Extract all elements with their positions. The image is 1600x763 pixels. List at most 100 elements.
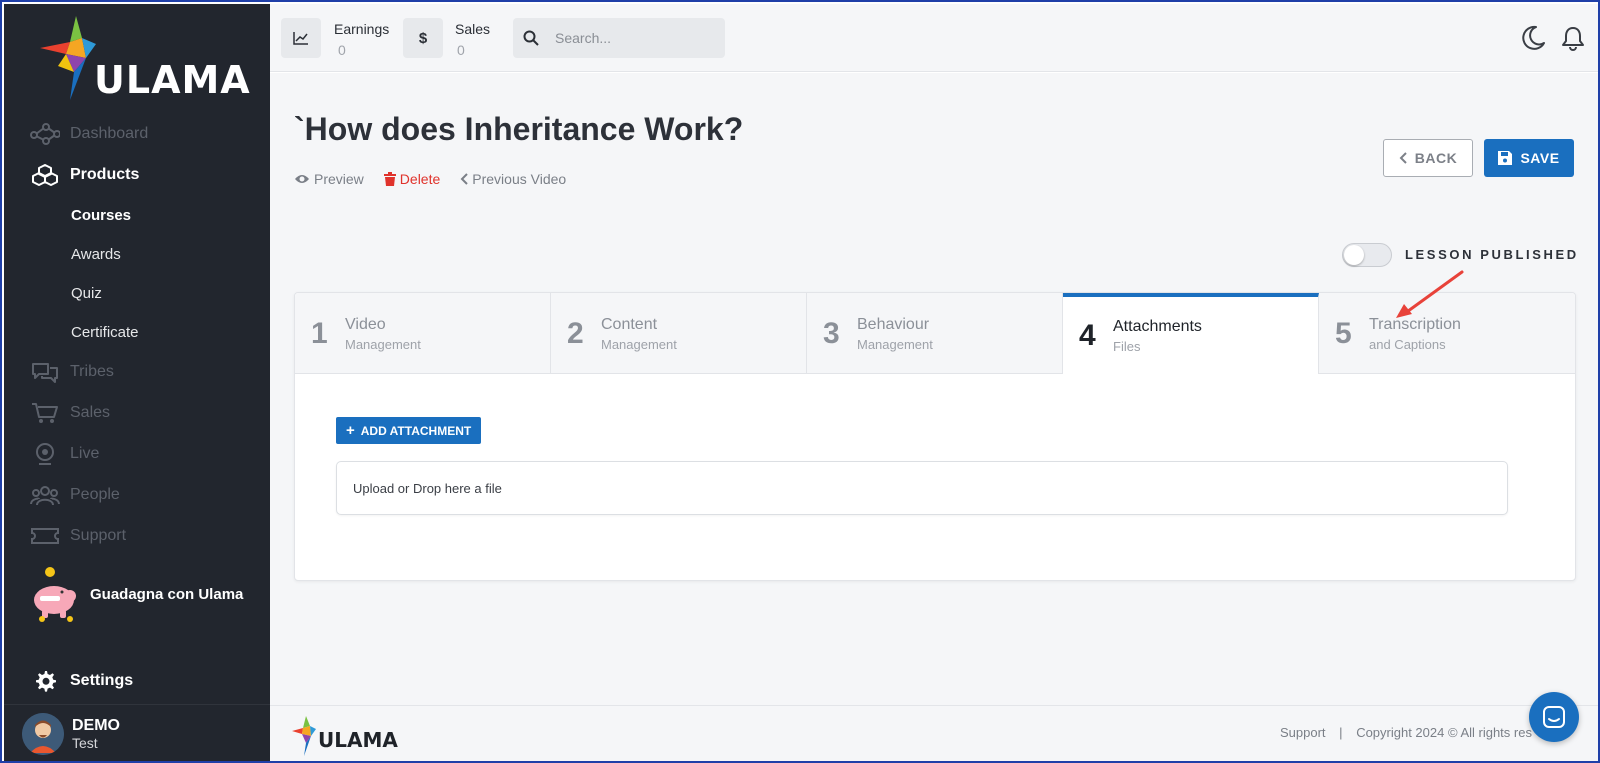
- sidebar-item-live[interactable]: Live: [4, 436, 270, 472]
- user-profile[interactable]: DEMO Test: [4, 704, 270, 761]
- notifications-button[interactable]: [1559, 24, 1587, 52]
- tab-number: 1: [311, 316, 328, 350]
- previous-video-link[interactable]: Previous Video: [460, 171, 566, 187]
- tab-title: Video: [345, 315, 386, 333]
- save-button[interactable]: SAVE: [1484, 139, 1574, 177]
- earnings-value: 0: [338, 42, 346, 58]
- footer-links: Support | Copyright 2024 © All rights re…: [1280, 725, 1532, 740]
- search-icon: [523, 30, 539, 46]
- sidebar-item-label: People: [70, 486, 120, 503]
- sidebar-subitem-quiz[interactable]: Quiz: [71, 285, 102, 302]
- tab-number: 3: [823, 316, 840, 350]
- sidebar-item-tribes[interactable]: Tribes: [4, 354, 270, 390]
- add-attachment-button[interactable]: + ADD ATTACHMENT: [336, 417, 482, 444]
- delete-link[interactable]: Delete: [383, 171, 441, 187]
- lesson-published-label: LESSON PUBLISHED: [1405, 247, 1579, 262]
- piggy-bank-icon: [34, 567, 76, 622]
- tab-subtitle: Management: [601, 336, 677, 352]
- sidebar-item-settings[interactable]: Settings: [30, 668, 133, 694]
- sidebar-item-support[interactable]: Support: [4, 518, 270, 554]
- sidebar-item-dashboard[interactable]: Dashboard: [4, 116, 270, 152]
- topbar: Earnings 0 $ Sales 0: [270, 4, 1598, 72]
- comments-icon: [30, 360, 60, 384]
- file-dropzone[interactable]: Upload or Drop here a file: [336, 461, 1508, 515]
- sidebar-item-sales[interactable]: Sales: [4, 395, 270, 431]
- settings-label: Settings: [70, 672, 134, 689]
- gear-icon: [30, 668, 60, 694]
- users-icon: [30, 483, 60, 507]
- user-subtitle: Test: [72, 735, 98, 751]
- chat-launcher-button[interactable]: [1529, 692, 1579, 742]
- sales-button[interactable]: $: [403, 18, 443, 58]
- sidebar-subitem-certificate[interactable]: Certificate: [71, 324, 139, 341]
- tab-number: 4: [1079, 318, 1096, 352]
- ticket-icon: [30, 524, 60, 548]
- sidebar-subitem-awards[interactable]: Awards: [71, 246, 121, 263]
- trash-icon: [383, 172, 396, 186]
- tab-title: Transcription: [1369, 315, 1461, 333]
- add-attachment-label: ADD ATTACHMENT: [360, 423, 472, 438]
- footer-separator: |: [1339, 725, 1343, 740]
- chevron-left-icon: [1399, 152, 1407, 164]
- tab-transcription[interactable]: 5 Transcription and Captions: [1319, 293, 1575, 374]
- footer: ULAMA Support | Copyright 2024 © All rig…: [270, 705, 1598, 761]
- tab-subtitle: Management: [857, 336, 933, 352]
- bell-icon: [1562, 27, 1584, 51]
- sidebar-item-label: Live: [70, 445, 100, 462]
- main-content: `How does Inheritance Work? Preview Dele…: [270, 73, 1598, 705]
- previous-video-label: Previous Video: [472, 171, 567, 187]
- plus-icon: +: [346, 422, 355, 439]
- moon-icon: [1522, 25, 1545, 50]
- toggle-knob: [1344, 245, 1364, 265]
- tab-attachments[interactable]: 4 Attachments Files: [1063, 293, 1319, 374]
- tab-video[interactable]: 1 Video Management: [295, 293, 551, 374]
- dropzone-text: Upload or Drop here a file: [353, 480, 502, 496]
- tab-number: 2: [567, 316, 584, 350]
- lesson-actions: Preview Delete Previous Video: [294, 171, 586, 187]
- sidebar-item-products[interactable]: Products: [4, 157, 270, 193]
- preview-label: Preview: [314, 171, 364, 187]
- lesson-published-toggle[interactable]: [1342, 243, 1392, 267]
- footer-support-link[interactable]: Support: [1280, 725, 1326, 740]
- sidebar-item-label: Tribes: [70, 363, 114, 380]
- tab-subtitle: Files: [1113, 338, 1141, 354]
- chat-icon: [1543, 706, 1565, 728]
- avatar: [22, 713, 64, 755]
- search-box[interactable]: [513, 18, 725, 58]
- user-name: DEMO: [72, 717, 120, 734]
- sidebar-item-people[interactable]: People: [4, 477, 270, 513]
- brand-name: ULAMA: [94, 58, 251, 102]
- eye-icon: [295, 175, 309, 183]
- dollar-icon: $: [418, 29, 428, 47]
- back-label: BACK: [1414, 150, 1458, 166]
- tab-title: Behaviour: [857, 315, 930, 333]
- tab-behaviour[interactable]: 3 Behaviour Management: [807, 293, 1063, 374]
- sales-label: Sales: [455, 21, 491, 37]
- preview-link[interactable]: Preview: [294, 171, 364, 187]
- tab-title: Attachments: [1113, 317, 1202, 335]
- tab-title: Content: [601, 315, 658, 333]
- brand-logo[interactable]: ULAMA: [36, 14, 250, 104]
- cart-icon: [30, 401, 60, 425]
- sidebar-subitem-courses[interactable]: Courses: [71, 207, 131, 224]
- promo-label: Guadagna con Ulama: [90, 585, 244, 603]
- footer-logo[interactable]: ULAMA: [292, 714, 402, 758]
- page-title: `How does Inheritance Work?: [294, 111, 744, 147]
- sidebar-item-label: Support: [70, 527, 127, 544]
- sidebar-item-label: Sales: [70, 404, 111, 421]
- chart-line-icon: [293, 32, 308, 45]
- delete-label: Delete: [399, 171, 441, 187]
- lesson-editor-card: 1 Video Management 2 Content Management 3 …: [294, 292, 1576, 581]
- sales-value: 0: [457, 42, 465, 58]
- save-label: SAVE: [1520, 150, 1560, 166]
- earnings-button[interactable]: [281, 18, 321, 58]
- step-tabs: 1 Video Management 2 Content Management 3 …: [295, 293, 1575, 374]
- promo-earn[interactable]: Guadagna con Ulama: [30, 566, 260, 622]
- dark-mode-toggle[interactable]: [1519, 24, 1547, 52]
- floppy-disk-icon: [1498, 151, 1513, 165]
- tab-content[interactable]: 2 Content Management: [551, 293, 807, 374]
- search-input[interactable]: [555, 30, 705, 46]
- chevron-left-icon: [460, 173, 468, 185]
- back-button[interactable]: BACK: [1383, 139, 1473, 177]
- tab-number: 5: [1335, 316, 1352, 350]
